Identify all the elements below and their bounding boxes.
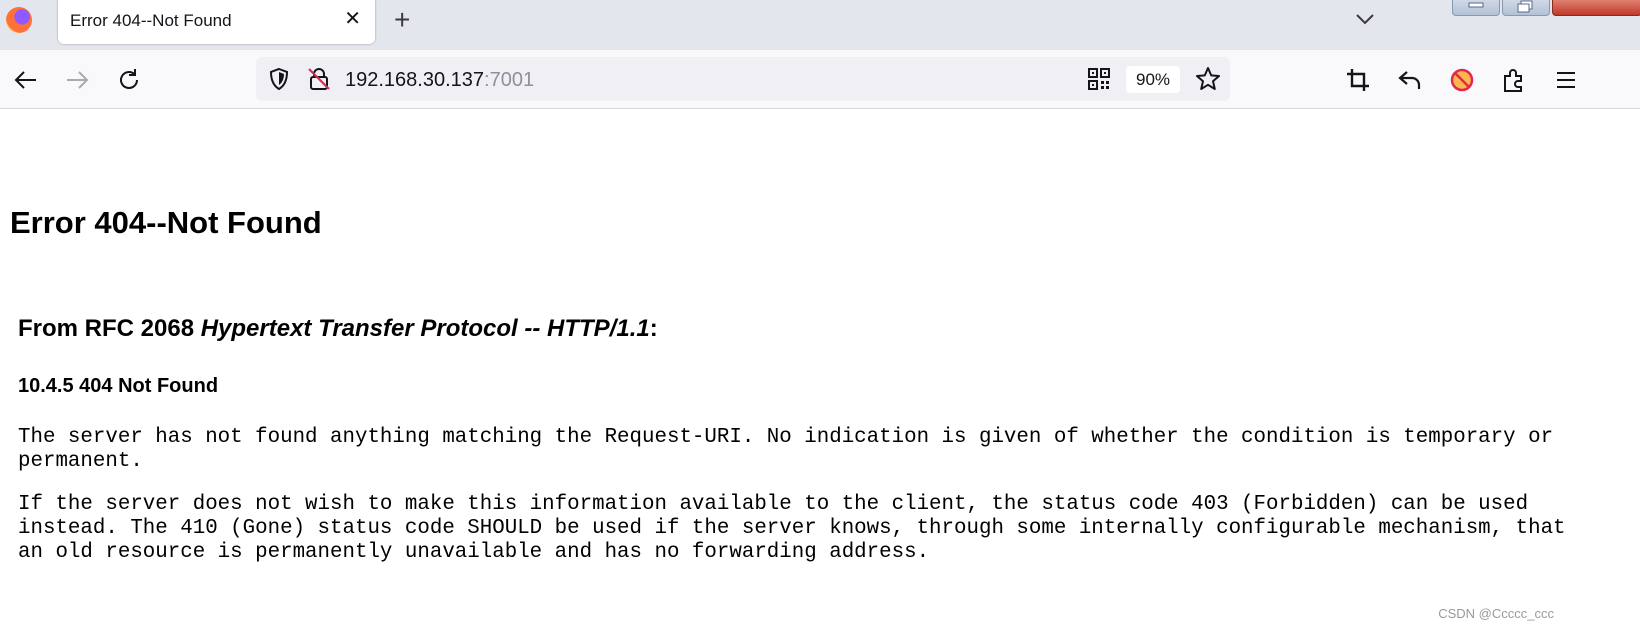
navigation-toolbar: 192.168.30.137:7001 90% [0,50,1640,109]
undo-arrow-icon[interactable] [1397,67,1423,93]
extensions-puzzle-icon[interactable] [1501,67,1527,93]
page-content: Error 404--Not Found From RFC 2068 Hyper… [0,109,1640,629]
tab-active[interactable]: Error 404--Not Found ✕ [58,0,375,44]
url-port: :7001 [484,69,535,91]
paragraph-2: If the server does not wish to make this… [18,493,1640,565]
back-arrow-icon[interactable] [13,67,39,93]
chevron-down-icon[interactable] [1354,8,1376,30]
url-host: 192.168.30.137 [345,69,485,91]
shield-icon[interactable] [266,66,292,92]
insecure-lock-icon[interactable] [306,66,332,92]
paragraph-2-line-3: an old resource is permanently unavailab… [18,541,930,564]
reload-icon[interactable] [116,67,142,93]
forward-arrow-icon[interactable] [64,67,90,93]
section-heading: 10.4.5 404 Not Found [18,375,219,397]
star-icon[interactable] [1195,66,1221,92]
watermark: CSDN @Ccccc_ccc [1438,606,1554,621]
qr-code-icon[interactable] [1086,66,1112,92]
tab-close-button[interactable]: ✕ [344,9,361,29]
address-bar[interactable]: 192.168.30.137:7001 90% [256,57,1230,101]
paragraph-1: The server has not found anything matchi… [18,426,1640,474]
rfc-prefix: From RFC 2068 [18,315,201,342]
close-window-button[interactable] [1552,0,1640,16]
paragraph-1-line-1: The server has not found anything matchi… [18,426,1554,449]
zoom-level-badge[interactable]: 90% [1126,66,1180,93]
page-title: Error 404--Not Found [10,205,322,240]
blocked-extension-icon[interactable] [1449,67,1475,93]
rfc-heading: From RFC 2068 Hypertext Transfer Protoco… [18,315,658,343]
paragraph-2-line-1: If the server does not wish to make this… [18,493,1529,516]
crop-icon[interactable] [1345,67,1371,93]
paragraph-1-line-2: permanent. [18,450,143,473]
rfc-suffix: : [649,315,658,342]
menu-icon[interactable] [1553,67,1579,93]
paragraph-2-line-2: instead. The 410 (Gone) status code SHOU… [18,517,1566,540]
tab-title: Error 404--Not Found [70,11,232,30]
restore-window-button[interactable] [1502,0,1550,16]
tab-strip: Error 404--Not Found ✕ + [0,0,1640,50]
firefox-logo-icon[interactable] [6,7,32,33]
new-tab-button[interactable]: + [394,6,410,34]
minimize-window-button[interactable] [1452,0,1500,16]
rfc-title: Hypertext Transfer Protocol -- HTTP/1.1 [200,315,650,342]
url-text[interactable]: 192.168.30.137:7001 [345,69,534,92]
